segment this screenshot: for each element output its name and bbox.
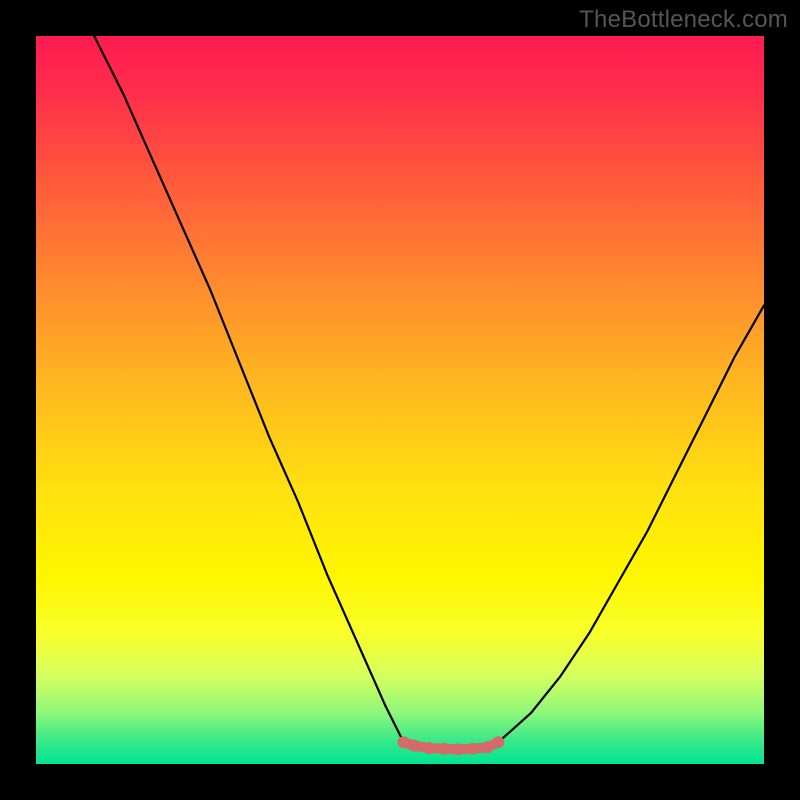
highlight-dot (438, 743, 450, 755)
highlight-dot (467, 743, 479, 755)
chart-frame: TheBottleneck.com (0, 0, 800, 800)
watermark-text: TheBottleneck.com (579, 6, 788, 34)
highlight-dot (409, 740, 421, 752)
highlight-dot (398, 736, 410, 748)
curve-left (94, 36, 403, 742)
highlight-dot (492, 736, 504, 748)
curve-right (498, 305, 764, 742)
highlight-dot (481, 741, 493, 753)
highlight-dot (452, 743, 464, 755)
chart-svg (36, 36, 764, 764)
chart-plot-area (36, 36, 764, 764)
highlight-dot (423, 742, 435, 754)
